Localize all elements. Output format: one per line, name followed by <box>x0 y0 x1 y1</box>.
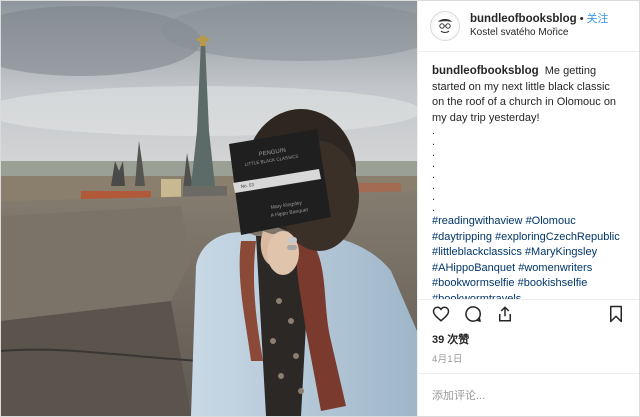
avatar-illustration <box>434 15 456 37</box>
hashtag-link[interactable]: #daytripping <box>432 231 492 243</box>
post-photo[interactable]: PENGUIN LITTLE BLACK CLASSICS No. 53 Mar… <box>1 1 417 416</box>
caption-dots: ........ <box>432 126 625 214</box>
header-info: bundleofbooksblog • 关注 Kostel svatého Mo… <box>470 12 609 40</box>
post-date[interactable]: 4月1日 <box>418 347 639 373</box>
post-header: bundleofbooksblog • 关注 Kostel svatého Mo… <box>418 1 639 52</box>
post-sidebar: bundleofbooksblog • 关注 Kostel svatého Mo… <box>417 1 639 416</box>
hashtag-link[interactable]: #littleblackclassics <box>432 246 522 258</box>
caption-dot: . <box>432 191 436 203</box>
hashtag-link[interactable]: #readingwithaview <box>432 215 523 227</box>
header-user-row: bundleofbooksblog • 关注 <box>470 12 609 26</box>
caption-dot: . <box>432 169 436 181</box>
hashtag-link[interactable]: #womenwriters <box>518 262 592 274</box>
hashtag-link[interactable]: #bookwormselfie <box>432 277 515 289</box>
caption-hashtags: #readingwithaview #Olomouc #daytripping … <box>432 214 625 299</box>
hashtag-link[interactable]: #MaryKingsley <box>525 246 597 258</box>
username-link[interactable]: bundleofbooksblog <box>470 12 577 26</box>
caption-dot: . <box>432 180 436 192</box>
instagram-post: PENGUIN LITTLE BLACK CLASSICS No. 53 Mar… <box>0 0 640 417</box>
caption-dot: . <box>432 147 436 159</box>
post-caption: bundleofbooksblog Me getting started on … <box>418 52 639 299</box>
hashtag-link[interactable]: #bookishselfie <box>518 277 588 289</box>
hashtag-link[interactable]: #Olomouc <box>526 215 576 227</box>
share-arrow-icon[interactable] <box>494 303 516 325</box>
like-count[interactable]: 39 次赞 <box>418 328 639 347</box>
heart-icon[interactable] <box>430 303 452 325</box>
comment-bubble-icon[interactable] <box>462 303 484 325</box>
avatar[interactable] <box>430 11 460 41</box>
action-bar <box>418 299 639 328</box>
caption-main: bundleofbooksblog Me getting started on … <box>432 64 625 126</box>
caption-dot: . <box>432 202 436 214</box>
caption-username[interactable]: bundleofbooksblog <box>432 65 539 77</box>
caption-dot: . <box>432 136 436 148</box>
caption-dot: . <box>432 125 436 137</box>
hashtag-link[interactable]: #AHippoBanquet <box>432 262 515 274</box>
separator-dot: • <box>579 13 584 25</box>
photo-illustration: PENGUIN LITTLE BLACK CLASSICS No. 53 Mar… <box>1 1 417 416</box>
follow-button[interactable]: 关注 <box>587 12 609 26</box>
bookmark-icon[interactable] <box>605 303 627 325</box>
comment-input[interactable]: 添加评论... <box>418 373 639 416</box>
location-link[interactable]: Kostel svatého Mořice <box>470 26 609 40</box>
caption-dot: . <box>432 158 436 170</box>
hashtag-link[interactable]: #exploringCzechRepublic <box>495 231 620 243</box>
